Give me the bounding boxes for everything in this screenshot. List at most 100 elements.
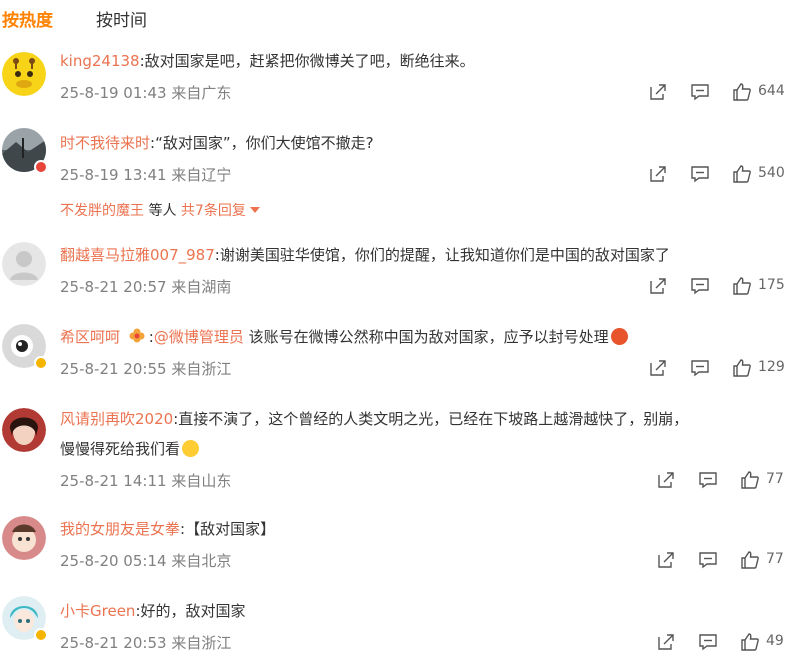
comment-location: 来自山东: [171, 472, 232, 490]
mention-link[interactable]: @微博管理员: [154, 328, 244, 346]
comment-item: 翻越喜马拉雅007_987:谢谢美国驻华使馆，你们的提醒，让我知道你们是中国的敌…: [0, 236, 795, 306]
share-icon[interactable]: [648, 82, 668, 102]
reply-username[interactable]: 不发胖的魔王: [60, 203, 144, 219]
comment-icon[interactable]: [698, 470, 718, 490]
share-icon[interactable]: [656, 550, 676, 570]
comment-actions: 175: [648, 276, 788, 298]
comment-date: 25-8-19 13:41: [60, 166, 167, 184]
comment-content: 时不我待来时:“敌对国家”，你们大使馆不撤走?: [60, 132, 374, 154]
comment-meta: 25-8-20 05:14 来自北京: [60, 550, 231, 571]
comment-meta: 25-8-19 01:43 来自广东: [60, 82, 231, 103]
share-icon[interactable]: [648, 164, 668, 184]
girl-avatar[interactable]: [2, 408, 46, 452]
sort-tabs: 按热度 按时间: [0, 0, 795, 34]
comment-meta: 25-8-19 13:41 来自辽宁: [60, 164, 231, 185]
verified-badge-icon: [34, 628, 48, 642]
cartoon-avatar[interactable]: [2, 516, 46, 560]
reply-count-link[interactable]: 共7条回复: [181, 203, 246, 219]
reply-others-text: 等人: [148, 203, 177, 219]
comment-icon[interactable]: [690, 276, 710, 296]
comment-username[interactable]: 希区呵呵: [60, 328, 120, 346]
comment-icon[interactable]: [690, 358, 710, 378]
comment-actions: 49: [656, 632, 788, 654]
comment-text: :直接不演了，这个曾经的人类文明之光，已经在下坡路上越滑越快了，别崩，: [173, 410, 689, 428]
comment-text: 该账号在微博公然称中国为敌对国家，应予以封号处理: [243, 328, 609, 346]
comment-actions: 129: [648, 358, 788, 380]
comment-actions: 77: [656, 470, 788, 492]
angry-emoji-icon: [610, 328, 628, 345]
comment-actions: 644: [648, 82, 788, 104]
comment-date: 25-8-21 20:55: [60, 360, 167, 378]
flower-badge-icon: [128, 327, 146, 345]
like-icon[interactable]: [732, 82, 752, 102]
comment-icon[interactable]: [690, 82, 710, 102]
laughing-emoji-icon: [182, 440, 200, 457]
comment-icon[interactable]: [698, 550, 718, 570]
share-icon[interactable]: [656, 632, 676, 652]
comment-date: 25-8-20 05:14: [60, 552, 167, 570]
like-count: 644: [758, 83, 785, 99]
chevron-down-icon: [249, 207, 260, 213]
comment-actions: 77: [656, 550, 788, 572]
comment-text: :好的，敌对国家: [135, 602, 246, 620]
comment-text: :敌对国家是吧，赶紧把你微博关了吧，断绝往来。: [139, 52, 475, 70]
comment-date: 25-8-21 20:57: [60, 278, 167, 296]
user-badge-icon: [34, 160, 48, 174]
comment-text: :谢谢美国驻华使馆，你们的提醒，让我知道你们是中国的敌对国家了: [214, 246, 670, 264]
like-icon[interactable]: [740, 550, 760, 570]
verified-badge-icon: [34, 356, 48, 370]
comment-username[interactable]: 风请别再吹2020: [60, 410, 173, 428]
comment-date: 25-8-21 14:11: [60, 472, 167, 490]
like-count: 49: [766, 633, 784, 649]
comment-meta: 25-8-21 20:55 来自浙江: [60, 358, 231, 379]
like-icon[interactable]: [740, 632, 760, 652]
comment-text: :“敌对国家”，你们大使馆不撤走?: [150, 134, 374, 152]
comment-username[interactable]: 我的女朋友是女拳: [60, 520, 180, 538]
comment-username[interactable]: 时不我待来时: [60, 134, 150, 152]
like-icon[interactable]: [732, 276, 752, 296]
like-count: 540: [758, 165, 785, 181]
tab-sort-by-hot[interactable]: 按热度: [2, 6, 53, 31]
comment-content: 风请别再吹2020:直接不演了，这个曾经的人类文明之光，已经在下坡路上越滑越快了…: [60, 408, 688, 430]
comment-username[interactable]: king24138: [60, 52, 140, 70]
comment-meta: 25-8-21 14:11 来自山东: [60, 470, 231, 491]
comment-location: 来自北京: [171, 552, 232, 570]
tab-sort-by-time[interactable]: 按时间: [96, 6, 147, 31]
comment-location: 来自湖南: [171, 278, 232, 296]
comment-actions: 540: [648, 164, 788, 186]
like-count: 175: [758, 277, 785, 293]
comment-username[interactable]: 翻越喜马拉雅007_987: [60, 246, 215, 264]
comment-location: 来自辽宁: [171, 166, 232, 184]
comment-content: 我的女朋友是女拳:【敌对国家】: [60, 518, 275, 540]
comment-content: king24138:敌对国家是吧，赶紧把你微博关了吧，断绝往来。: [60, 50, 475, 72]
like-count: 77: [766, 551, 784, 567]
share-icon[interactable]: [648, 276, 668, 296]
comment-date: 25-8-21 20:53: [60, 634, 167, 652]
comment-item: 我的女朋友是女拳:【敌对国家】 25-8-20 05:14 来自北京 77: [0, 510, 795, 580]
like-count: 129: [758, 359, 785, 375]
like-icon[interactable]: [732, 164, 752, 184]
comment-icon[interactable]: [690, 164, 710, 184]
comment-item: 希区呵呵 :@微博管理员 该账号在微博公然称中国为敌对国家，应予以封号处理 25…: [0, 318, 795, 388]
comment-item: 风请别再吹2020:直接不演了，这个曾经的人类文明之光，已经在下坡路上越滑越快了…: [0, 398, 795, 498]
comment-username[interactable]: 小卡Green: [60, 602, 135, 620]
comment-meta: 25-8-21 20:57 来自湖南: [60, 276, 231, 297]
share-icon[interactable]: [648, 358, 668, 378]
like-icon[interactable]: [732, 358, 752, 378]
comment-content: 小卡Green:好的，敌对国家: [60, 600, 246, 622]
default-avatar[interactable]: [2, 242, 46, 286]
share-icon[interactable]: [656, 470, 676, 490]
comment-location: 来自浙江: [171, 360, 232, 378]
comment-item: 时不我待来时:“敌对国家”，你们大使馆不撤走? 25-8-19 13:41 来自…: [0, 124, 795, 234]
like-icon[interactable]: [740, 470, 760, 490]
reply-summary[interactable]: 不发胖的魔王 等人 共7条回复: [60, 200, 260, 220]
comment-content-continued: 慢慢得死给我们看: [60, 438, 200, 460]
comment-location: 来自浙江: [171, 634, 232, 652]
like-count: 77: [766, 471, 784, 487]
giraffe-avatar[interactable]: [2, 52, 46, 96]
comment-content: 翻越喜马拉雅007_987:谢谢美国驻华使馆，你们的提醒，让我知道你们是中国的敌…: [60, 244, 670, 266]
comment-item: king24138:敌对国家是吧，赶紧把你微博关了吧，断绝往来。 25-8-19…: [0, 42, 795, 112]
comment-text: :【敌对国家】: [180, 520, 276, 538]
comment-icon[interactable]: [698, 632, 718, 652]
comment-date: 25-8-19 01:43: [60, 84, 167, 102]
